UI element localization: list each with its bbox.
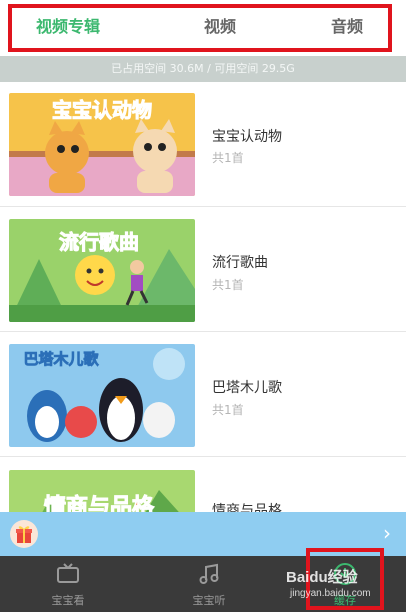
tab-highlight-annotation — [8, 4, 392, 52]
watermark-url: jingyan.baidu.com — [290, 588, 371, 599]
thumbnail-title: 流行歌曲 — [59, 230, 139, 254]
thumbnail-title: 情商与品格 — [44, 494, 155, 512]
nav-label: 宝宝看 — [51, 594, 85, 607]
album-count: 共1首 — [212, 403, 244, 417]
cartoon-cats-thumbnail: 宝宝认动物 — [9, 93, 195, 196]
album-title: 宝宝认动物 — [212, 129, 282, 145]
album-count: 共1首 — [212, 151, 244, 165]
mountains-thumbnail: 情商与品格 — [9, 470, 195, 512]
album-title: 巴塔木儿歌 — [212, 380, 282, 396]
album-count: 共1首 — [212, 278, 244, 292]
watermark: Baidu经验 — [286, 569, 358, 586]
thumbnail-title: 巴塔木儿歌 — [23, 350, 99, 368]
thumbnail-title: 宝宝认动物 — [52, 98, 152, 122]
sun-dancing-child-thumbnail: 流行歌曲 — [9, 219, 195, 322]
list-item[interactable]: 宝宝认动物 宝宝认动物 共1首 — [0, 82, 406, 207]
chevron-right-icon[interactable]: › — [383, 522, 391, 544]
list-item[interactable]: 情商与品格 情商与品格 — [0, 457, 406, 512]
list-item[interactable]: 巴塔木儿歌 巴塔木儿歌 共1首 — [0, 332, 406, 457]
nav-label: 宝宝听 — [192, 594, 226, 607]
list-item[interactable]: 流行歌曲 流行歌曲 共1首 — [0, 207, 406, 332]
music-note-icon — [199, 563, 219, 584]
gift-icon[interactable] — [10, 520, 38, 548]
tv-icon — [57, 563, 79, 583]
album-title: 情商与品格 — [212, 503, 282, 512]
album-list: 宝宝认动物 宝宝认动物 共1首 流行歌曲 流行歌曲 共1首 巴塔木儿歌 巴塔木儿… — [0, 82, 406, 512]
penguins-thumbnail: 巴塔木儿歌 — [9, 344, 195, 447]
nav-watch[interactable]: 宝宝看 — [23, 556, 113, 612]
nav-listen[interactable]: 宝宝听 — [164, 556, 254, 612]
storage-info: 已占用空间 30.6M / 可用空间 29.5G — [0, 56, 406, 82]
album-title: 流行歌曲 — [212, 255, 268, 271]
